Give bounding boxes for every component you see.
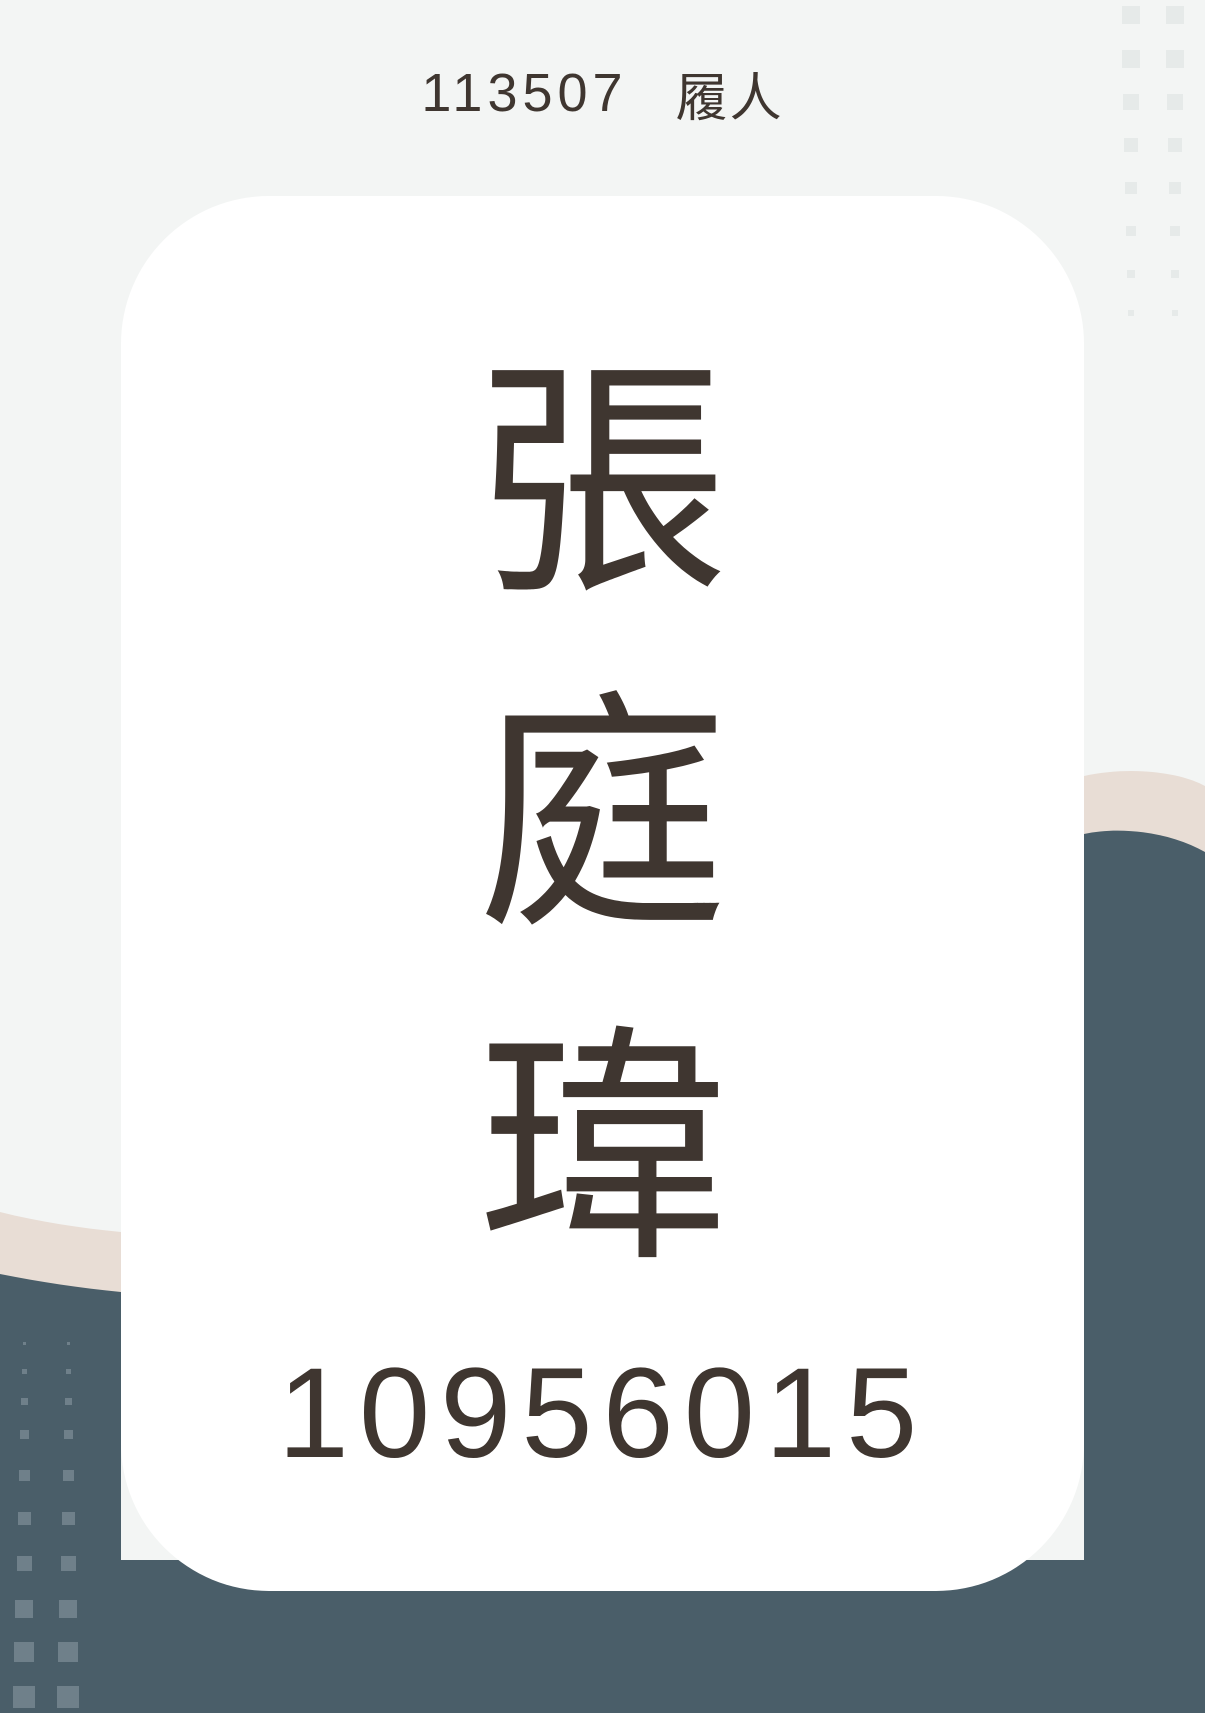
name-char-3: 瑋 <box>476 1005 729 1298</box>
name-char-2: 庭 <box>476 671 729 964</box>
header-label: 履人 <box>675 68 784 129</box>
student-id: 10956015 <box>277 1342 928 1485</box>
course-code: 113507 <box>421 63 628 123</box>
name-char-1: 張 <box>476 337 729 630</box>
name-card: 張 庭 瑋 10956015 <box>121 196 1084 1591</box>
header: 113507 履人 <box>0 58 1205 129</box>
top-right-dot-grid <box>1122 6 1184 316</box>
